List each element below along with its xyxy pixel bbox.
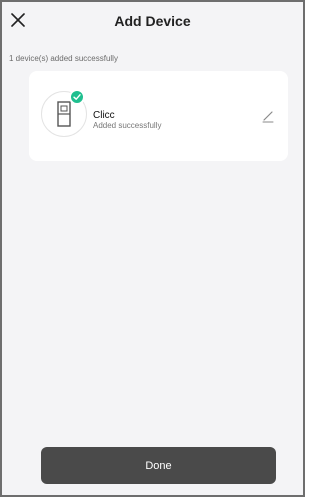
pencil-icon: [262, 111, 274, 123]
door-sensor-icon: [57, 101, 71, 127]
device-card[interactable]: Clicc Added successfully: [29, 71, 288, 161]
success-badge: [69, 89, 85, 105]
check-icon: [73, 94, 81, 100]
add-device-screen: Add Device 1 device(s) added successfull…: [0, 0, 305, 497]
success-summary-text: 1 device(s) added successfully: [9, 54, 118, 63]
edit-device-button[interactable]: [261, 109, 275, 123]
device-name: Clicc: [93, 110, 115, 121]
page-title: Add Device: [114, 13, 191, 29]
device-status: Added successfully: [93, 121, 162, 130]
header-bar: Add Device: [2, 2, 303, 42]
done-button[interactable]: Done: [41, 447, 276, 484]
